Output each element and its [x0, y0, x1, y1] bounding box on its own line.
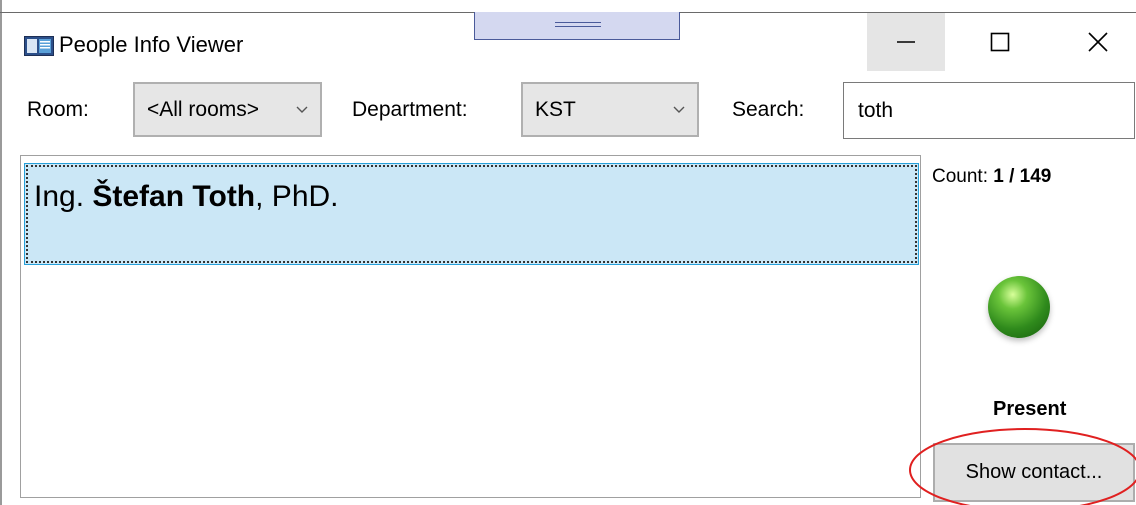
minimize-icon	[897, 41, 915, 43]
department-dropdown-value: KST	[535, 97, 576, 121]
chevron-down-icon	[673, 106, 685, 113]
search-input-value: toth	[858, 99, 894, 122]
main-window: People Info Viewer Room: <All rooms> Dep…	[0, 0, 1136, 505]
maximize-button[interactable]	[961, 13, 1039, 71]
status-text: Present	[993, 398, 1067, 420]
count-display: Count: 1 / 149	[932, 166, 1051, 188]
room-dropdown[interactable]: <All rooms>	[133, 82, 322, 137]
window-title: People Info Viewer	[59, 32, 244, 57]
close-icon	[1088, 32, 1108, 52]
close-button[interactable]	[1059, 13, 1136, 71]
maximize-icon	[990, 32, 1010, 52]
chevron-down-icon	[296, 106, 308, 113]
search-label: Search:	[732, 98, 805, 121]
people-list[interactable]: Ing. Štefan Toth, PhD.	[20, 155, 921, 498]
count-label: Count:	[932, 166, 994, 187]
room-dropdown-value: <All rooms>	[147, 97, 260, 121]
status-indicator-icon	[988, 276, 1050, 338]
department-label: Department:	[352, 98, 468, 121]
search-input[interactable]: toth	[843, 82, 1135, 139]
show-contact-button[interactable]: Show contact...	[933, 443, 1135, 502]
window-left-edge	[0, 0, 2, 505]
drag-handle[interactable]	[474, 12, 680, 40]
count-value: 1 / 149	[993, 166, 1052, 187]
app-window-icon	[24, 36, 54, 56]
title-bar[interactable]: People Info Viewer	[0, 0, 1136, 72]
minimize-button[interactable]	[867, 13, 945, 71]
department-dropdown[interactable]: KST	[521, 82, 699, 137]
person-name: Ing. Štefan Toth, PhD.	[34, 180, 339, 213]
room-label: Room:	[27, 98, 89, 121]
grip-icon	[555, 22, 601, 27]
list-item[interactable]: Ing. Štefan Toth, PhD.	[24, 163, 919, 265]
